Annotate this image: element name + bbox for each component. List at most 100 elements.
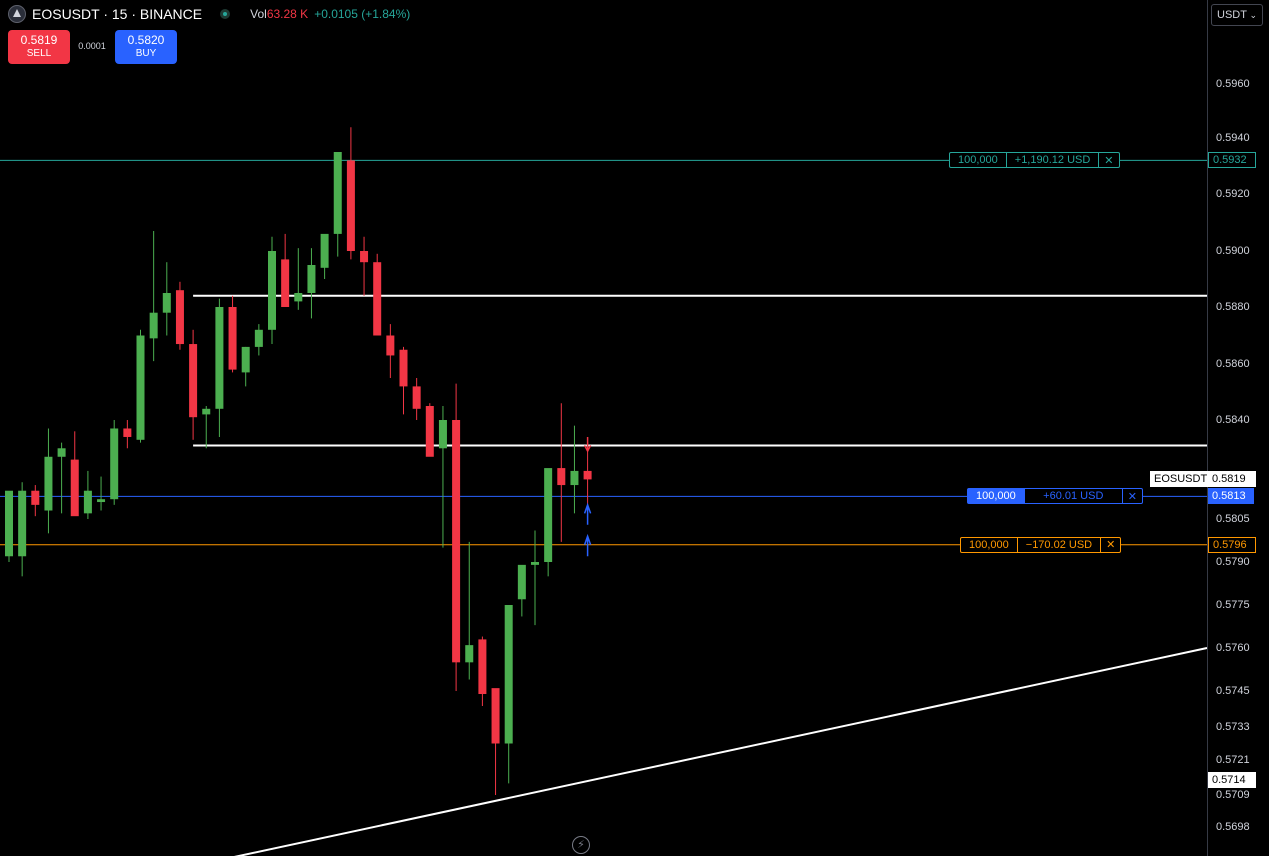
trendline: [233, 647, 1208, 856]
candle-body: [425, 406, 434, 457]
position-qty: 100,000: [961, 537, 1018, 552]
candle-body: [268, 251, 276, 330]
candle-body: [31, 490, 40, 505]
y-tick-label: 0.5900: [1216, 245, 1250, 257]
candle-body: [544, 468, 553, 562]
candle-body: [386, 335, 395, 356]
candle-body: [18, 490, 27, 557]
position-pill-entry[interactable]: 100,000 +60.01 USD ✕: [967, 488, 1143, 505]
candle-body: [465, 645, 474, 663]
candle-body: [360, 251, 369, 263]
candle-body: [583, 470, 592, 480]
y-tick-label: 0.5698: [1216, 821, 1250, 833]
y-tick-label: 0.5709: [1216, 789, 1250, 801]
trendline-price-label: 0.5714: [1208, 772, 1256, 789]
y-tick-label: 0.5790: [1216, 556, 1250, 568]
y-tick-label: 0.5775: [1216, 599, 1250, 611]
candle-body: [162, 293, 171, 313]
candle-body: [136, 335, 145, 440]
candle-body: [189, 344, 198, 418]
candle-body: [123, 428, 132, 437]
volume-value: 63.28 K: [266, 7, 309, 21]
candle-body: [517, 564, 526, 600]
eos-logo-icon: [8, 5, 26, 23]
candle-body: [83, 490, 92, 514]
chart-header: EOSUSDT · 15 · BINANCE Vol 63.28 K +0.01…: [8, 4, 410, 24]
candle-body: [504, 605, 513, 744]
last-price-label: 0.5819: [1208, 471, 1256, 488]
candle-body: [307, 265, 316, 293]
volume-label: Vol: [250, 7, 267, 21]
symbol-title[interactable]: EOSUSDT · 15 · BINANCE: [32, 6, 202, 22]
close-icon[interactable]: ✕: [1121, 489, 1142, 504]
candle-body: [320, 233, 329, 268]
buy-arrow-icon: [583, 533, 592, 557]
candle-body: [5, 490, 13, 557]
candle-body: [241, 346, 250, 373]
close-icon[interactable]: ✕: [1100, 537, 1120, 552]
market-open-icon: [220, 9, 231, 19]
buy-button[interactable]: 0.5820 BUY: [115, 30, 177, 64]
candle-body: [531, 562, 539, 565]
candle-body: [399, 349, 408, 387]
candle-body: [254, 329, 263, 347]
y-tick-label: 0.5960: [1216, 78, 1250, 90]
candle-body: [97, 499, 106, 503]
position-qty: 100,000: [968, 489, 1025, 504]
spread-value: 0.0001: [78, 41, 106, 51]
price-label-take-profit: 0.5932: [1208, 152, 1256, 169]
buy-label: BUY: [135, 48, 157, 59]
candle-body: [333, 152, 342, 234]
candle-body: [452, 420, 461, 663]
position-pnl: +60.01 USD: [1043, 490, 1104, 503]
candle-body: [557, 468, 566, 486]
candle-body: [570, 470, 579, 486]
y-tick-label: 0.5805: [1216, 513, 1250, 525]
candle-body: [228, 307, 237, 370]
price-chart[interactable]: [0, 0, 1269, 856]
position-pill-take-profit[interactable]: 100,000 +1,190.12 USD ✕: [949, 152, 1120, 169]
y-tick-label: 0.5840: [1216, 414, 1250, 426]
chevron-down-icon: ⌄: [1249, 9, 1257, 20]
sell-label: SELL: [26, 48, 52, 59]
candle-body: [175, 290, 184, 345]
candle-body: [491, 688, 500, 744]
candle-body: [215, 307, 224, 409]
candle-body: [149, 312, 158, 339]
candle-body: [110, 428, 119, 500]
currency-select[interactable]: USDT ⌄: [1211, 4, 1263, 26]
candle-body: [478, 639, 487, 694]
y-tick-label: 0.5920: [1216, 188, 1250, 200]
position-pill-stop-loss[interactable]: 100,000 −170.02 USD ✕: [960, 536, 1122, 553]
sell-button[interactable]: 0.5819 SELL: [8, 30, 70, 64]
buy-price: 0.5820: [127, 33, 165, 47]
y-tick-label: 0.5760: [1216, 642, 1250, 654]
position-qty: 100,000: [950, 153, 1007, 168]
y-tick-label: 0.5733: [1216, 721, 1250, 733]
y-tick-label: 0.5860: [1216, 358, 1250, 370]
price-change: +0.0105 (+1.84%): [314, 7, 411, 21]
candle-body: [57, 448, 66, 457]
candle-body: [438, 420, 447, 449]
candle-body: [202, 408, 211, 415]
close-icon[interactable]: ✕: [1098, 153, 1118, 168]
candle-body: [294, 293, 303, 302]
position-pnl: −170.02 USD: [1025, 538, 1093, 551]
candle-body: [412, 386, 421, 409]
candle-body: [281, 259, 290, 307]
sell-arrow-icon: [583, 436, 592, 453]
candle-body: [346, 160, 355, 251]
price-label-entry: 0.5813: [1208, 488, 1254, 505]
candle-body: [44, 456, 53, 511]
y-tick-label: 0.5745: [1216, 685, 1250, 697]
y-tick-label: 0.5940: [1216, 132, 1250, 144]
candle-body: [70, 459, 79, 517]
last-price-symbol: EOSUSDT: [1150, 471, 1216, 488]
y-tick-label: 0.5721: [1216, 754, 1250, 766]
candle-body: [373, 262, 382, 336]
sell-price: 0.5819: [20, 33, 58, 47]
lightning-icon[interactable]: ⚡: [572, 836, 590, 854]
buy-arrow-icon: [583, 502, 592, 525]
currency-value: USDT: [1217, 9, 1247, 21]
price-label-stop-loss: 0.5796: [1208, 536, 1256, 553]
